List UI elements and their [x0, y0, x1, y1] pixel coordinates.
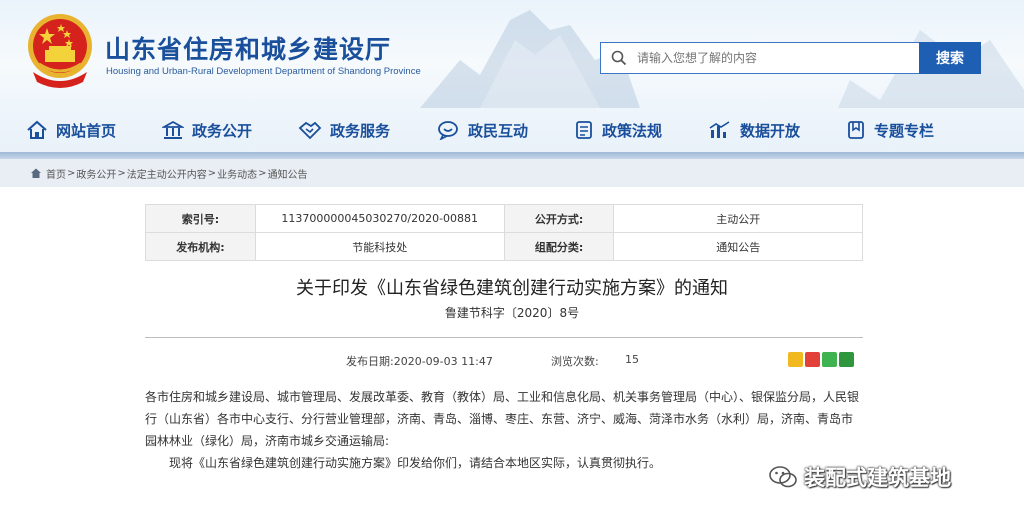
search-icon	[601, 43, 637, 73]
wechat-share-icon[interactable]	[822, 352, 837, 367]
article-paragraph: 现将《山东省绿色建筑创建行动实施方案》印发给你们，请结合本地区实际，认真贯彻执行…	[169, 456, 662, 470]
issuer-label: 发布机构:	[145, 232, 256, 261]
document-number: 鲁建节科字〔2020〕8号	[444, 306, 580, 320]
views-label: 浏览次数:	[551, 355, 599, 368]
nav-label: 政民互动	[468, 121, 529, 140]
nav-label: 专题专栏	[874, 121, 935, 140]
nav-divider	[0, 152, 1024, 159]
nav-item-gov-services[interactable]: 政务服务	[298, 118, 390, 142]
bookmark-icon	[848, 121, 864, 139]
issuer-value: 节能科技处	[254, 232, 505, 261]
main-nav: 网站首页 政务公开 政务服务 政民互动 政策法规 数据开放 专题专栏	[0, 108, 1024, 152]
index-label: 索引号:	[145, 204, 256, 233]
search-button[interactable]: 搜索	[919, 42, 981, 74]
publish-mode-label: 公开方式:	[503, 204, 615, 233]
article-divider	[145, 337, 863, 338]
watermark: 装配式建筑基地	[768, 462, 951, 492]
home-icon	[27, 120, 47, 139]
search-input[interactable]	[637, 51, 907, 65]
article-paragraph: 各市住房和城乡建设局、城市管理局、发展改革委、教育（教体）局、工业和信息化局、机…	[145, 390, 860, 448]
site-title: 山东省住房和城乡建设厅	[105, 35, 392, 64]
category-value: 通知公告	[613, 232, 863, 261]
home-icon	[31, 168, 41, 178]
breadcrumb: 首页 > 政务公开 > 法定主动公开内容 > 业务动态 > 通知公告	[0, 159, 1024, 187]
breadcrumb-statutory[interactable]: 法定主动公开内容	[127, 166, 207, 181]
table-row: 发布机构: 节能科技处 组配分类: 通知公告	[145, 232, 863, 261]
chat-icon	[438, 121, 458, 140]
site-header: 山东省住房和城乡建设厅 Housing and Urban-Rural Deve…	[0, 0, 1024, 108]
breadcrumb-gov-affairs[interactable]: 政务公开	[76, 166, 116, 181]
chart-icon	[709, 121, 730, 138]
nav-item-gov-affairs[interactable]: 政务公开	[162, 118, 252, 142]
search-box	[600, 42, 920, 74]
nav-label: 网站首页	[56, 121, 117, 140]
nav-label: 政策法规	[602, 121, 663, 140]
building-icon	[162, 120, 184, 139]
table-row: 索引号: 113700000045030270/2020-00881 公开方式:…	[145, 204, 863, 233]
nav-label: 政务服务	[330, 121, 391, 140]
nav-label: 数据开放	[740, 121, 801, 140]
breadcrumb-home[interactable]: 首页	[46, 166, 66, 181]
nav-item-home[interactable]: 网站首页	[26, 118, 116, 142]
handshake-icon	[298, 121, 322, 140]
article-title: 关于印发《山东省绿色建筑创建行动实施方案》的通知	[296, 278, 728, 299]
site-subtitle: Housing and Urban-Rural Development Depa…	[106, 66, 421, 77]
nav-item-topics[interactable]: 专题专栏	[846, 118, 934, 142]
watermark-text: 装配式建筑基地	[804, 466, 951, 490]
document-info-table: 索引号: 113700000045030270/2020-00881 公开方式:…	[145, 204, 863, 261]
nav-label: 政务公开	[192, 121, 253, 140]
nav-item-policy[interactable]: 政策法规	[574, 118, 662, 142]
national-emblem-icon	[28, 14, 92, 88]
weibo-share-icon[interactable]	[805, 352, 820, 367]
views-count: 15	[625, 353, 639, 366]
article-body: 各市住房和城乡建设局、城市管理局、发展改革委、教育（教体）局、工业和信息化局、机…	[145, 386, 863, 474]
nav-item-interaction[interactable]: 政民互动	[436, 118, 528, 142]
publish-mode-value: 主动公开	[613, 204, 863, 233]
share-bar	[788, 352, 854, 367]
douban-share-icon[interactable]	[839, 352, 854, 367]
index-value: 113700000045030270/2020-00881	[254, 204, 505, 233]
nav-item-data[interactable]: 数据开放	[708, 118, 800, 142]
document-icon	[576, 121, 592, 139]
breadcrumb-notices[interactable]: 通知公告	[268, 166, 308, 181]
publish-date: 发布日期:2020-09-03 11:47	[346, 355, 493, 368]
breadcrumb-business[interactable]: 业务动态	[217, 166, 257, 181]
category-label: 组配分类:	[503, 232, 615, 261]
wechat-logo-icon	[769, 466, 797, 488]
qzone-share-icon[interactable]	[788, 352, 803, 367]
